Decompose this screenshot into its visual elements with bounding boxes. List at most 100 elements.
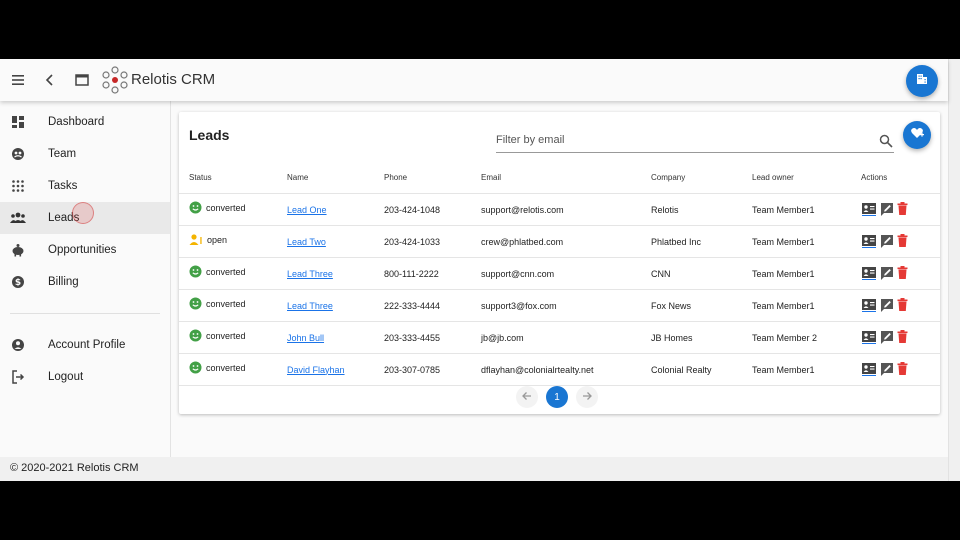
- edit-note-icon[interactable]: [880, 330, 894, 346]
- arrow-right-icon: [581, 390, 593, 405]
- table-row: converted John Bull 203-333-4455 jb@jb.com J…: [179, 321, 940, 354]
- column-header-company[interactable]: Company: [651, 162, 752, 194]
- top-bar: Relotis CRM: [0, 59, 948, 101]
- delete-icon[interactable]: [897, 202, 908, 217]
- status-text: open: [207, 235, 228, 245]
- contact-card-icon[interactable]: [861, 202, 877, 218]
- phone-cell: 800-111-2222: [384, 257, 481, 290]
- status-text: converted: [206, 203, 246, 213]
- delete-icon[interactable]: [897, 266, 908, 281]
- actions-cell: [861, 362, 940, 378]
- table-row: converted Lead One 203-424-1048 support@rel…: [179, 193, 940, 226]
- sidebar-item-label: Account Profile: [48, 339, 126, 351]
- table-row: converted David Flayhan 203-307-0785 dflayh…: [179, 353, 940, 386]
- edit-note-icon[interactable]: [880, 298, 894, 314]
- column-header-phone[interactable]: Phone: [384, 162, 481, 194]
- table-header-row: Status Name Phone Email Company Lead own…: [179, 162, 940, 194]
- delete-icon[interactable]: [897, 362, 908, 377]
- lead-name-link[interactable]: David Flayhan: [287, 365, 345, 375]
- delete-icon[interactable]: [897, 234, 908, 249]
- filter-email-input[interactable]: [496, 130, 866, 150]
- delete-icon[interactable]: [897, 330, 908, 345]
- sidebar-item-team[interactable]: Team: [0, 138, 170, 170]
- status-cell: converted: [189, 297, 287, 312]
- lead-name-link[interactable]: Lead Three: [287, 269, 333, 279]
- edit-note-icon[interactable]: [880, 202, 894, 218]
- table-row: converted Lead Three 222-333-4444 support3@…: [179, 289, 940, 322]
- window-icon[interactable]: [73, 71, 91, 89]
- logout-icon: [10, 369, 26, 385]
- company-button[interactable]: [906, 65, 938, 97]
- company-cell: Phlatbed Inc: [651, 225, 752, 258]
- sidebar-item-billing[interactable]: $ Billing: [0, 266, 170, 298]
- column-header-status[interactable]: Status: [179, 162, 287, 194]
- lead-owner-cell: Team Member1: [752, 289, 861, 322]
- contact-card-icon[interactable]: [861, 362, 877, 378]
- lead-owner-cell: Team Member1: [752, 257, 861, 290]
- sidebar-item-dashboard[interactable]: Dashboard: [0, 106, 170, 138]
- open-status-icon: [189, 233, 203, 248]
- contact-card-icon[interactable]: [861, 266, 877, 282]
- piggy-bank-icon: [10, 242, 26, 258]
- table-row: converted Lead Three 800-111-2222 support@c…: [179, 257, 940, 290]
- sidebar-item-account-profile[interactable]: Account Profile: [0, 329, 170, 361]
- add-favorite-button[interactable]: [903, 121, 931, 149]
- back-icon[interactable]: [41, 71, 59, 89]
- sidebar-item-label: Billing: [48, 276, 79, 288]
- previous-page-button[interactable]: [516, 386, 538, 408]
- column-header-email[interactable]: Email: [481, 162, 651, 194]
- email-cell: support@relotis.com: [481, 193, 651, 226]
- search-icon[interactable]: [879, 134, 893, 153]
- converted-status-icon: [189, 329, 202, 344]
- email-cell: dflayhan@colonialrtealty.net: [481, 353, 651, 386]
- edit-note-icon[interactable]: [880, 234, 894, 250]
- sidebar-item-label: Opportunities: [48, 244, 117, 256]
- lead-name-link[interactable]: Lead Three: [287, 301, 333, 311]
- account-icon: [10, 337, 26, 353]
- building-icon: [915, 72, 929, 91]
- sidebar-item-logout[interactable]: Logout: [0, 361, 170, 393]
- converted-status-icon: [189, 361, 202, 376]
- email-cell: support3@fox.com: [481, 289, 651, 322]
- leads-table: Status Name Phone Email Company Lead own…: [179, 162, 940, 386]
- phone-cell: 203-333-4455: [384, 321, 481, 354]
- lead-name-link[interactable]: Lead One: [287, 205, 327, 215]
- sidebar-item-opportunities[interactable]: Opportunities: [0, 234, 170, 266]
- lead-name-link[interactable]: Lead Two: [287, 237, 326, 247]
- delete-icon[interactable]: [897, 298, 908, 313]
- company-cell: Fox News: [651, 289, 752, 322]
- app-title: Relotis CRM: [131, 71, 216, 88]
- email-cell: support@cnn.com: [481, 257, 651, 290]
- sidebar-item-tasks[interactable]: Tasks: [0, 170, 170, 202]
- company-cell: CNN: [651, 257, 752, 290]
- email-filter: [496, 130, 894, 153]
- phone-cell: 203-424-1048: [384, 193, 481, 226]
- column-header-lead-owner[interactable]: Lead owner: [752, 162, 861, 194]
- column-header-name[interactable]: Name: [287, 162, 384, 194]
- edit-note-icon[interactable]: [880, 266, 894, 282]
- next-page-button[interactable]: [576, 386, 598, 408]
- people-icon: [10, 210, 26, 226]
- phone-cell: 222-333-4444: [384, 289, 481, 322]
- phone-cell: 203-424-1033: [384, 225, 481, 258]
- app-window: Relotis CRM Dashboard Team Tasks Leads O…: [0, 59, 960, 481]
- converted-status-icon: [189, 201, 202, 216]
- sidebar-item-label: Tasks: [48, 180, 78, 192]
- menu-icon[interactable]: [9, 71, 27, 89]
- edit-note-icon[interactable]: [880, 362, 894, 378]
- lead-name-link[interactable]: John Bull: [287, 333, 324, 343]
- contact-card-icon[interactable]: [861, 298, 877, 314]
- mouse-cursor: [72, 202, 94, 224]
- scrollbar[interactable]: [948, 59, 960, 481]
- contact-card-icon[interactable]: [861, 234, 877, 250]
- current-page-button[interactable]: 1: [546, 386, 568, 408]
- actions-cell: [861, 298, 940, 314]
- sidebar-divider: [10, 313, 160, 314]
- sidebar-item-label: Logout: [48, 371, 84, 383]
- contact-card-icon[interactable]: [861, 330, 877, 346]
- status-cell: converted: [189, 361, 287, 376]
- actions-cell: [861, 234, 940, 250]
- company-cell: JB Homes: [651, 321, 752, 354]
- sidebar-item-label: Team: [48, 148, 77, 160]
- email-cell: jb@jb.com: [481, 321, 651, 354]
